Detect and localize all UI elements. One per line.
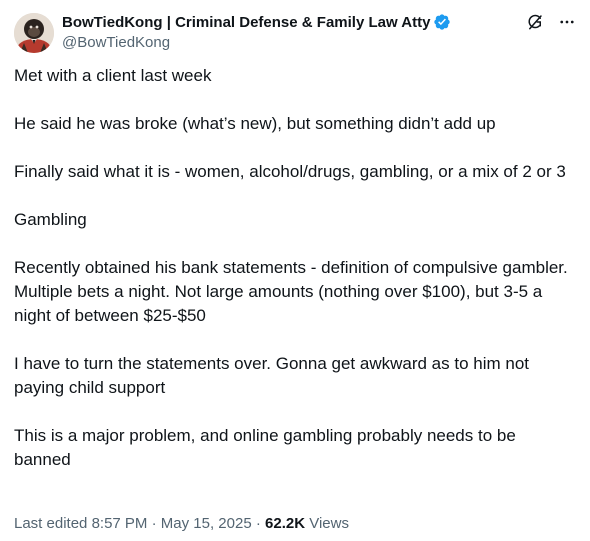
header-actions xyxy=(526,12,576,32)
tweet-paragraph: He said he was broke (what’s new), but s… xyxy=(14,114,496,133)
post-date: May 15, 2025 xyxy=(160,515,252,532)
gorilla-avatar-icon[interactable] xyxy=(14,13,54,53)
tweet-paragraph: Finally said what it is - women, alcohol… xyxy=(14,162,566,181)
author-display-name[interactable]: BowTiedKong | Criminal Defense & Family … xyxy=(62,14,430,31)
post-time: 8:57 PM xyxy=(91,515,148,532)
edited-label: Last edited xyxy=(14,515,88,532)
verified-badge-icon[interactable] xyxy=(433,13,451,31)
grok-icon[interactable] xyxy=(526,13,544,31)
tweet-paragraph: Recently obtained his bank statements - … xyxy=(14,258,568,325)
tweet-header: BowTiedKong | Criminal Defense & Family … xyxy=(14,12,576,53)
tweet-paragraph: I have to turn the statements over. Gonn… xyxy=(14,354,530,397)
tweet-paragraph: Met with a client last week xyxy=(14,66,212,85)
tweet-paragraph: Gambling xyxy=(14,210,87,229)
meta-separator: · xyxy=(251,515,266,532)
tweet-text: Met with a client last week He said he w… xyxy=(14,64,576,496)
tweet-paragraph: This is a major problem, and online gamb… xyxy=(14,426,516,469)
edited-timestamp-link[interactable]: Last edited 8:57 PM · May 15, 2025 xyxy=(14,515,252,532)
author-names: BowTiedKong | Criminal Defense & Family … xyxy=(62,12,532,53)
tweet: BowTiedKong | Criminal Defense & Family … xyxy=(0,0,590,541)
more-options-icon[interactable] xyxy=(558,13,576,31)
author-handle[interactable]: @BowTiedKong xyxy=(62,33,532,53)
tweet-meta: Last edited 8:57 PM · May 15, 2025 · 62.… xyxy=(14,514,349,534)
meta-separator: · xyxy=(147,515,161,532)
display-name-row: BowTiedKong | Criminal Defense & Family … xyxy=(62,12,532,32)
views-label: Views xyxy=(309,515,349,532)
views-count: 62.2K xyxy=(265,515,306,532)
